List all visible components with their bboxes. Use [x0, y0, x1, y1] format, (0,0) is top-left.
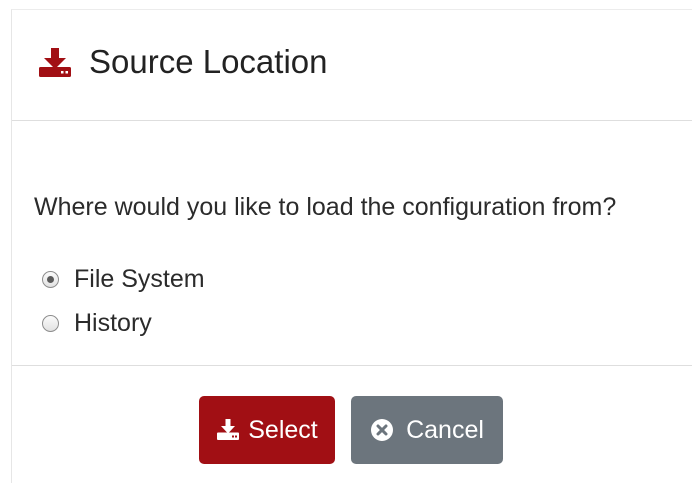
- option-history[interactable]: History: [42, 307, 152, 339]
- cancel-button-label: Cancel: [406, 415, 484, 444]
- option-label: History: [74, 309, 152, 337]
- option-file-system[interactable]: File System: [42, 263, 205, 295]
- source-location-dialog: Source Location Where would you like to …: [11, 9, 692, 483]
- file-system-radio[interactable]: [42, 270, 59, 288]
- select-button[interactable]: Select: [199, 396, 335, 464]
- download-icon: [216, 419, 240, 441]
- history-radio[interactable]: [42, 314, 59, 332]
- dialog-title: Source Location: [89, 43, 328, 80]
- dialog-footer: Select Cancel: [12, 366, 692, 484]
- dialog-header: Source Location: [12, 10, 692, 121]
- cancel-button[interactable]: Cancel: [351, 396, 503, 464]
- option-label: File System: [74, 265, 205, 293]
- download-icon: [37, 48, 73, 78]
- select-button-label: Select: [248, 415, 318, 444]
- source-question: Where would you like to load the configu…: [34, 193, 617, 221]
- times-circle-icon: [370, 418, 394, 442]
- dialog-body: Where would you like to load the configu…: [12, 121, 692, 366]
